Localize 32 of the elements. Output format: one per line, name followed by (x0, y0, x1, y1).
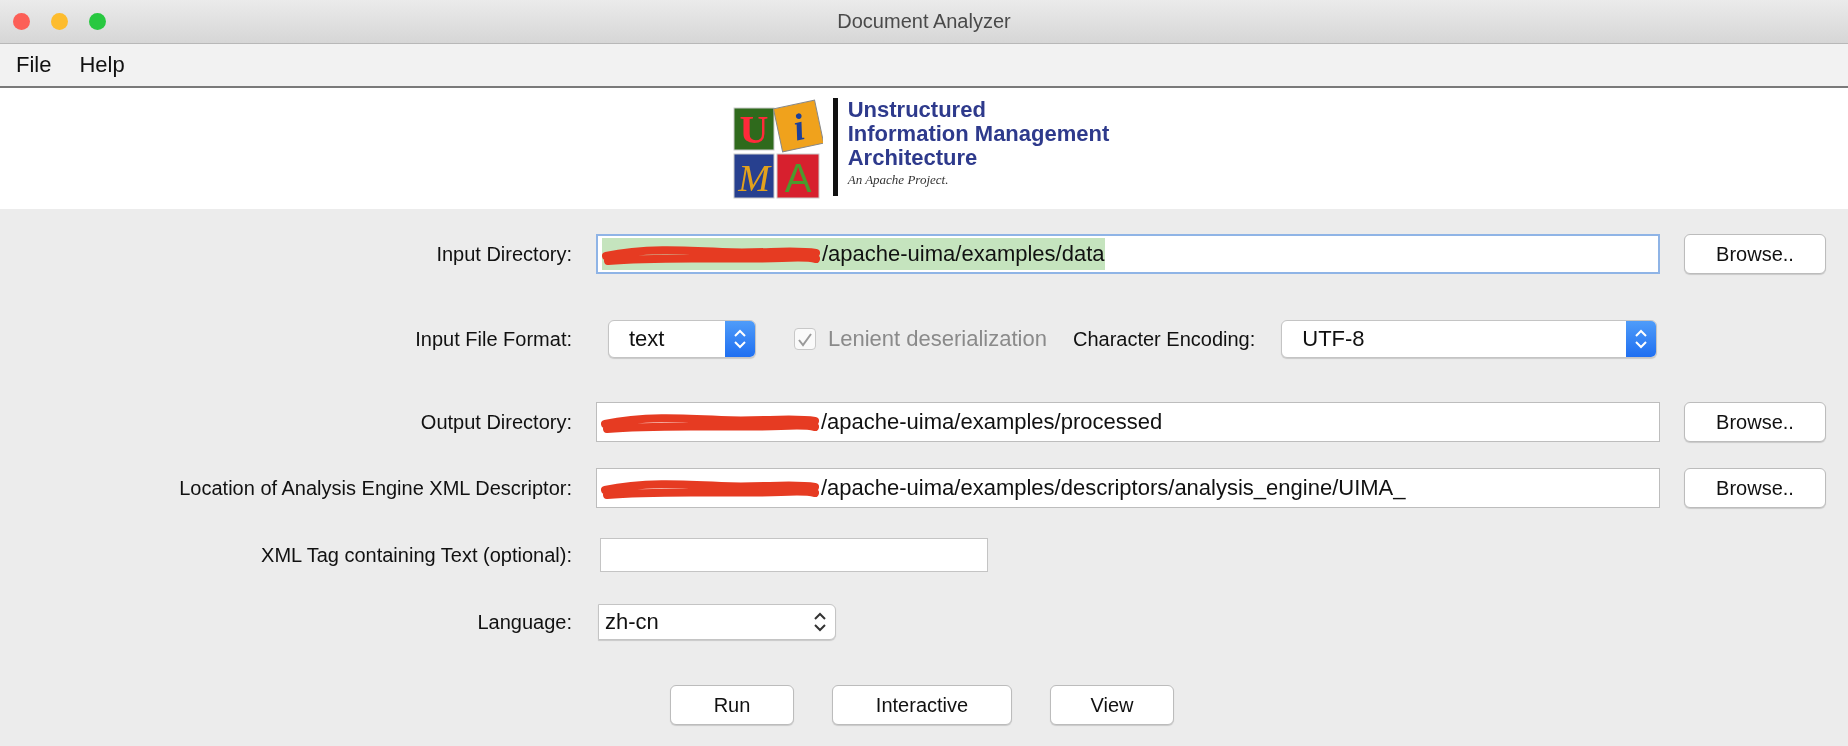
input-field[interactable]: /apache-uima/examples/data (596, 234, 1660, 274)
input-field[interactable]: /apache-uima/examples/descriptors/analysis_engine/UIMA_ (596, 468, 1660, 508)
browse-button[interactable]: Browse.. (1684, 234, 1826, 274)
logo-text: Architecture (847, 145, 978, 170)
logo-tagline: An Apache Project. (847, 171, 950, 188)
encoding-dropdown[interactable]: UTF-8 (1281, 320, 1658, 358)
logo-text: Information Management (847, 121, 1110, 146)
run-button[interactable]: Run (670, 685, 794, 725)
zoom-button[interactable] (89, 13, 106, 30)
field-label: Character Encoding: (1072, 327, 1256, 351)
logo-text: Unstructured (847, 97, 987, 122)
view-button[interactable]: View (1050, 685, 1174, 725)
menu-item[interactable]: File (8, 50, 60, 80)
input-field[interactable]: /apache-uima/examples/processed (596, 402, 1660, 442)
input-field[interactable] (600, 538, 988, 572)
logo-blocks: U i M A (732, 97, 823, 200)
field-label: Output Directory: (419, 410, 572, 434)
browse-button[interactable]: Browse.. (1684, 468, 1826, 508)
field-label: XML Tag containing Text (optional): (260, 543, 572, 567)
close-button[interactable] (13, 13, 30, 30)
window-title: Document Analyzer (837, 10, 1011, 33)
field-label: Language: (476, 610, 572, 634)
menu-item[interactable]: Help (71, 50, 133, 80)
field-label: Location of Analysis Engine XML Descriptor: (178, 476, 572, 500)
language-spinner[interactable]: zh-cn (598, 604, 836, 640)
browse-button[interactable]: Browse.. (1684, 402, 1826, 442)
minimize-button[interactable] (51, 13, 68, 30)
interactive-button[interactable]: Interactive (832, 685, 1012, 725)
field-label: Input File Format: (414, 327, 572, 351)
checkbox-label: Lenient deserialization (828, 326, 1047, 352)
format-dropdown[interactable]: text (608, 320, 756, 358)
field-label: Input Directory: (435, 242, 572, 266)
